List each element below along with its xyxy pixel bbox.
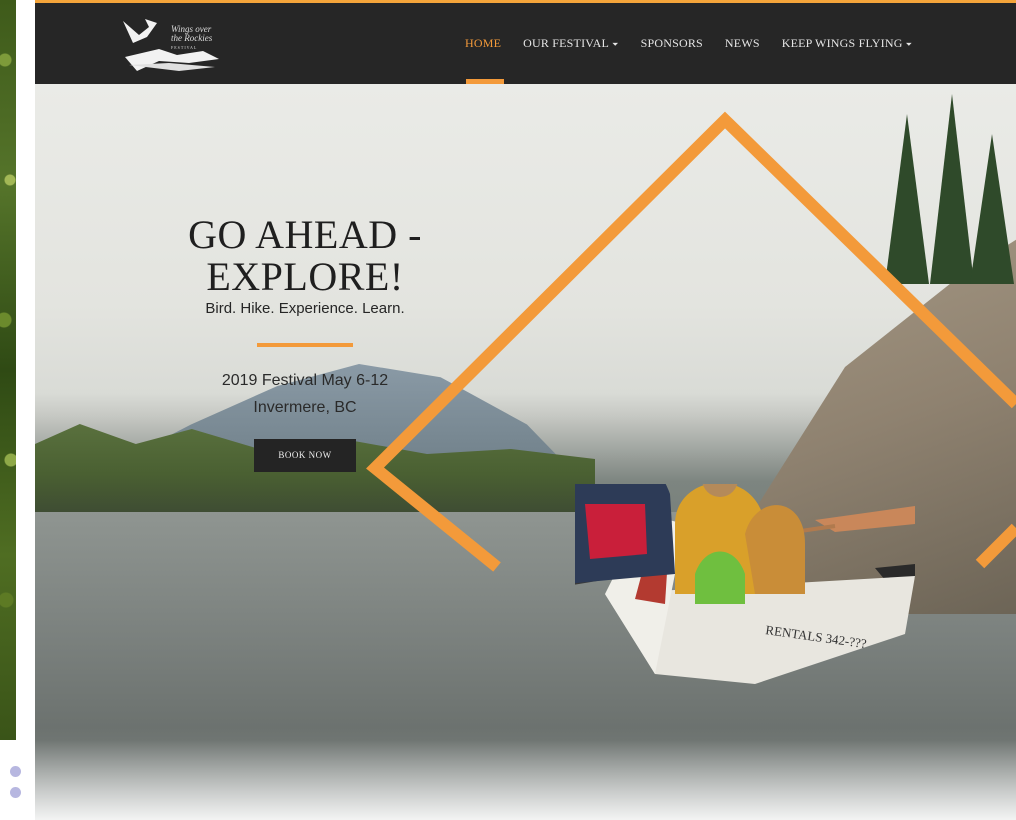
- headline-line: GO AHEAD -: [188, 212, 422, 257]
- nav-keep-wings-flying[interactable]: KEEP WINGS FLYING ⏷: [782, 36, 912, 51]
- active-nav-indicator: [466, 79, 504, 84]
- pine-tree: [970, 134, 1014, 284]
- logo-line: FESTIVAL: [171, 45, 198, 50]
- navbar: Wings over the Rockies FESTIVAL HOME OUR…: [35, 0, 1016, 84]
- site-logo[interactable]: Wings over the Rockies FESTIVAL: [119, 13, 229, 79]
- pine-trees: [875, 84, 1016, 284]
- logo-text: Wings over the Rockies FESTIVAL: [171, 25, 212, 52]
- nav-home-label: HOME: [465, 36, 502, 50]
- hero-banner: RENTALS 342-??? GO AHEAD - EXPLORE! Bird…: [35, 84, 1016, 820]
- nav-news-label: NEWS: [724, 36, 760, 50]
- nav-our-festival-label: OUR FESTIVAL: [523, 36, 609, 50]
- nav-sponsors-label: SPONSORS: [640, 36, 703, 50]
- chevron-down-icon: ⏷: [612, 40, 619, 49]
- festival-info: 2019 Festival May 6-12 Invermere, BC: [165, 367, 445, 421]
- nav-keep-wings-flying-label: KEEP WINGS FLYING: [781, 36, 903, 50]
- nav-home[interactable]: HOME: [465, 36, 501, 51]
- carousel-dots[interactable]: [10, 766, 21, 808]
- nav-sponsors[interactable]: SPONSORS: [641, 36, 703, 51]
- website: Wings over the Rockies FESTIVAL HOME OUR…: [35, 0, 1016, 820]
- nav-news[interactable]: NEWS: [725, 36, 760, 51]
- logo-line: the Rockies: [171, 33, 213, 43]
- hero-content: GO AHEAD - EXPLORE! Bird. Hike. Experien…: [165, 214, 445, 472]
- chevron-down-icon: ⏷: [905, 40, 913, 49]
- hero-tagline: Bird. Hike. Experience. Learn.: [205, 300, 405, 317]
- festival-location: Invermere, BC: [253, 399, 357, 416]
- hero-headline: GO AHEAD - EXPLORE!: [165, 214, 445, 298]
- main-nav: HOME OUR FESTIVAL ⏷ SPONSORS NEWS KEEP WI…: [465, 36, 934, 51]
- pine-tree: [885, 114, 929, 284]
- carousel-dot[interactable]: [10, 766, 21, 777]
- festival-dates: 2019 Festival May 6-12: [221, 372, 389, 389]
- book-now-button[interactable]: BOOK NOW: [254, 439, 356, 472]
- nav-our-festival[interactable]: OUR FESTIVAL ⏷: [523, 36, 618, 51]
- bottom-fade: [35, 740, 1016, 820]
- orange-divider: [257, 343, 353, 347]
- pine-tree: [930, 94, 974, 284]
- canoe-with-paddlers: RENTALS 342-???: [575, 484, 915, 684]
- background-foliage: [0, 0, 16, 740]
- headline-line: EXPLORE!: [206, 254, 404, 299]
- carousel-dot[interactable]: [10, 787, 21, 798]
